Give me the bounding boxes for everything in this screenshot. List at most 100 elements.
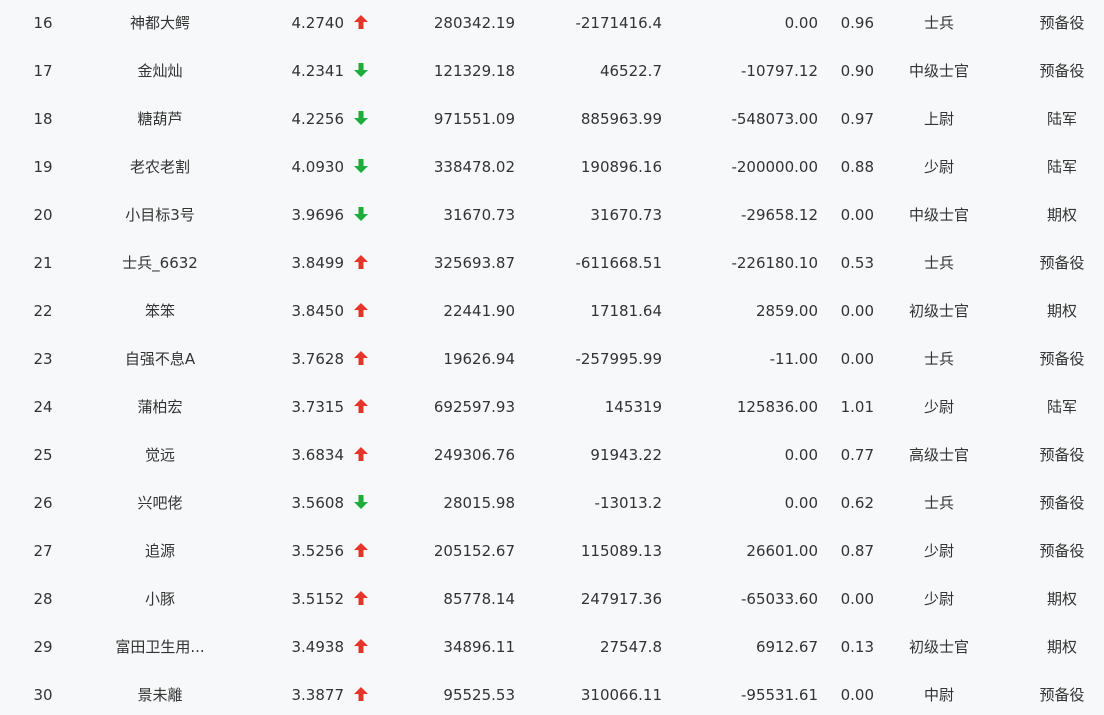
rank-cell: 23	[33, 350, 53, 368]
trend-cell	[350, 143, 372, 191]
table-row[interactable]: 26 兴吧佬 3.5608 28015.98 -13013.2 0.00 0.62 士兵 预备役	[0, 479, 1104, 527]
score-cell: 4.2256	[291, 110, 345, 128]
table-row[interactable]: 20 小目标3号 3.9696 31670.73 31670.73 -29658.12 0.…	[0, 191, 1104, 239]
rank-cell: 29	[33, 638, 53, 656]
type-cell: 预备役	[1039, 542, 1085, 560]
rank-title-cell: 中级士官	[908, 62, 969, 80]
value-1-cell: 692597.93	[433, 398, 515, 416]
value-3-cell: -29658.12	[741, 206, 818, 224]
value-1-cell: 19626.94	[443, 350, 515, 368]
rank-title-cell: 少尉	[923, 542, 954, 560]
value-1-cell: 85778.14	[443, 590, 515, 608]
type-cell: 预备役	[1039, 494, 1085, 512]
value-1-cell: 34896.11	[443, 638, 515, 656]
value-2-cell: 91943.22	[590, 446, 662, 464]
name-cell: 神都大鳄	[129, 14, 190, 32]
ratio-cell: 0.88	[840, 158, 874, 176]
table-row[interactable]: 21 士兵_6632 3.8499 325693.87 -611668.51 -22618…	[0, 239, 1104, 287]
value-3-cell: 0.00	[784, 494, 818, 512]
rank-cell: 18	[33, 110, 53, 128]
arrow-down-icon	[354, 495, 368, 509]
table-row[interactable]: 30 景未離 3.3877 95525.53 310066.11 -95531.61 0.0…	[0, 671, 1104, 715]
table-row[interactable]: 23 自强不息A 3.7628 19626.94 -257995.99 -11.00 0.0…	[0, 335, 1104, 383]
trend-cell	[350, 431, 372, 479]
name-cell: 追源	[144, 542, 175, 560]
name-cell: 糖葫芦	[137, 110, 183, 128]
rank-title-cell: 中尉	[923, 686, 954, 704]
name-cell: 富田卫生用...	[115, 638, 205, 656]
table-row[interactable]: 24 蒲柏宏 3.7315 692597.93 145319 125836.00 1.01 少…	[0, 383, 1104, 431]
value-3-cell: -226180.10	[731, 254, 818, 272]
value-2-cell: 115089.13	[580, 542, 662, 560]
value-3-cell: 125836.00	[736, 398, 818, 416]
value-2-cell: 885963.99	[580, 110, 662, 128]
rank-title-cell: 初级士官	[908, 638, 969, 656]
table-row[interactable]: 18 糖葫芦 4.2256 971551.09 885963.99 -548073.00 0…	[0, 95, 1104, 143]
trend-cell	[350, 287, 372, 335]
trend-cell	[350, 239, 372, 287]
score-cell: 3.9696	[291, 206, 345, 224]
value-1-cell: 971551.09	[433, 110, 515, 128]
score-cell: 3.8499	[291, 254, 345, 272]
value-3-cell: 0.00	[784, 14, 818, 32]
table-row[interactable]: 25 觉远 3.6834 249306.76 91943.22 0.00 0.77 高级士官 预…	[0, 431, 1104, 479]
arrow-down-icon	[354, 63, 368, 77]
table-row[interactable]: 22 笨笨 3.8450 22441.90 17181.64 2859.00 0.00 初级士…	[0, 287, 1104, 335]
arrow-down-icon	[354, 111, 368, 125]
value-3-cell: -95531.61	[741, 686, 818, 704]
arrow-up-icon	[354, 399, 368, 413]
ratio-cell: 0.90	[840, 62, 874, 80]
rank-cell: 17	[33, 62, 53, 80]
rank-title-cell: 少尉	[923, 158, 954, 176]
value-1-cell: 28015.98	[443, 494, 515, 512]
trend-cell	[350, 47, 372, 95]
rank-title-cell: 士兵	[923, 494, 954, 512]
value-2-cell: -257995.99	[575, 350, 662, 368]
arrow-up-icon	[354, 255, 368, 269]
rank-cell: 20	[33, 206, 53, 224]
value-3-cell: -10797.12	[741, 62, 818, 80]
table-row[interactable]: 17 金灿灿 4.2341 121329.18 46522.7 -10797.12 0.90…	[0, 47, 1104, 95]
score-cell: 3.6834	[291, 446, 345, 464]
ratio-cell: 0.00	[840, 206, 874, 224]
name-cell: 小目标3号	[125, 206, 195, 224]
ratio-cell: 0.97	[840, 110, 874, 128]
name-cell: 笨笨	[144, 302, 175, 320]
arrow-up-icon	[354, 15, 368, 29]
ratio-cell: 0.13	[840, 638, 874, 656]
ratio-cell: 0.87	[840, 542, 874, 560]
score-cell: 3.4938	[291, 638, 345, 656]
table-row[interactable]: 28 小豚 3.5152 85778.14 247917.36 -65033.60 0.00…	[0, 575, 1104, 623]
score-cell: 3.5256	[291, 542, 345, 560]
type-cell: 预备役	[1039, 254, 1085, 272]
table-row[interactable]: 27 追源 3.5256 205152.67 115089.13 26601.00 0.87…	[0, 527, 1104, 575]
value-3-cell: -65033.60	[741, 590, 818, 608]
ratio-cell: 0.62	[840, 494, 874, 512]
name-cell: 老农老割	[129, 158, 190, 176]
ratio-cell: 0.96	[840, 14, 874, 32]
value-1-cell: 121329.18	[433, 62, 515, 80]
rank-title-cell: 高级士官	[908, 446, 969, 464]
value-1-cell: 31670.73	[443, 206, 515, 224]
ratio-cell: 0.00	[840, 302, 874, 320]
table-row[interactable]: 29 富田卫生用... 3.4938 34896.11 27547.8 6912.67 0.…	[0, 623, 1104, 671]
value-2-cell: -611668.51	[575, 254, 662, 272]
ratio-cell: 0.00	[840, 590, 874, 608]
name-cell: 士兵_6632	[122, 254, 198, 272]
table-row[interactable]: 16 神都大鳄 4.2740 280342.19 -2171416.4 0.00 0.96 士…	[0, 0, 1104, 47]
trend-cell	[350, 191, 372, 239]
value-2-cell: 190896.16	[580, 158, 662, 176]
table-row[interactable]: 19 老农老割 4.0930 338478.02 190896.16 -200000.00…	[0, 143, 1104, 191]
score-cell: 4.2740	[291, 14, 345, 32]
value-2-cell: 17181.64	[590, 302, 662, 320]
value-1-cell: 338478.02	[433, 158, 515, 176]
trend-cell	[350, 671, 372, 715]
value-1-cell: 205152.67	[433, 542, 515, 560]
arrow-down-icon	[354, 207, 368, 221]
rank-cell: 26	[33, 494, 53, 512]
value-2-cell: 310066.11	[580, 686, 662, 704]
value-1-cell: 22441.90	[443, 302, 515, 320]
type-cell: 期权	[1046, 590, 1077, 608]
arrow-down-icon	[354, 159, 368, 173]
type-cell: 期权	[1046, 302, 1077, 320]
